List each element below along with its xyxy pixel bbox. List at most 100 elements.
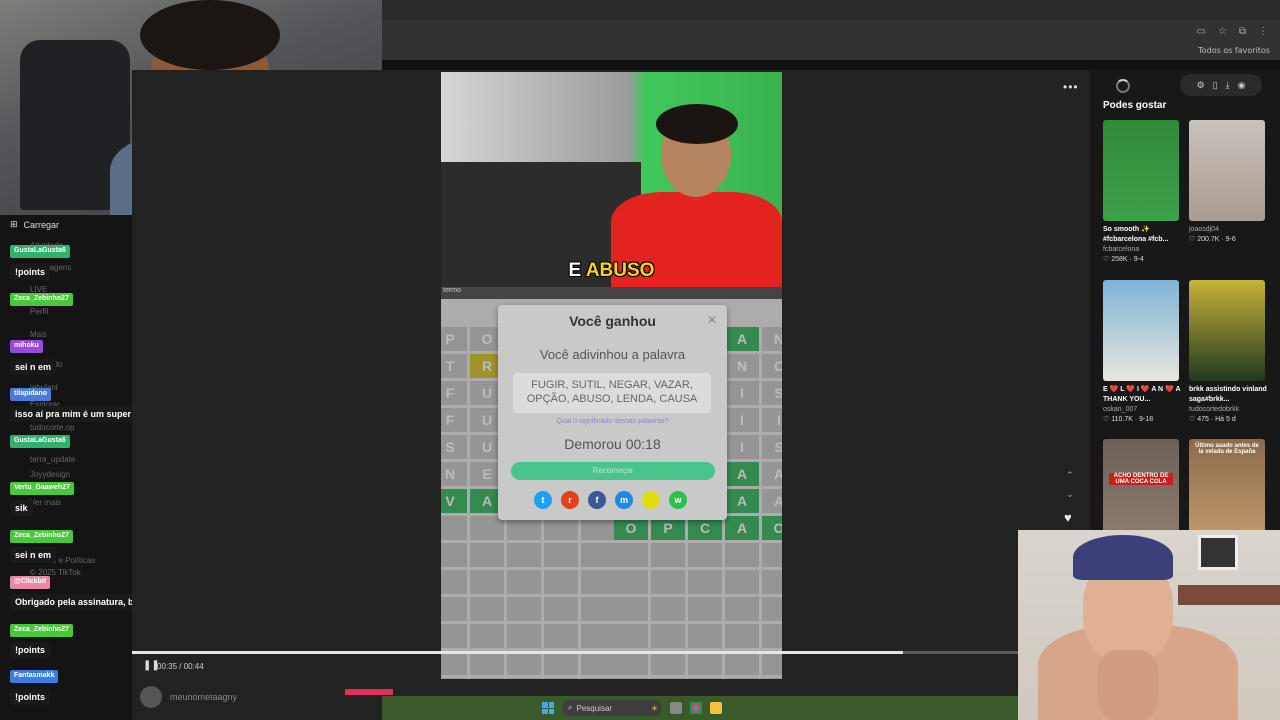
- weather-sun-icon: ☀: [650, 703, 658, 713]
- like-heart-icon[interactable]: ♥: [1064, 510, 1072, 525]
- loading-spinner-icon: [1116, 79, 1130, 93]
- chrome-icon[interactable]: [690, 702, 702, 714]
- recommendation-author[interactable]: oskan_007: [1103, 405, 1183, 415]
- page-header-strip: [382, 60, 1280, 70]
- dialog-title: Você ganhou: [569, 313, 656, 329]
- close-icon[interactable]: ✕: [707, 313, 717, 327]
- chat-message: sei n em: [10, 359, 57, 375]
- meaning-link[interactable]: Qual o significado dessas palavras?: [498, 418, 727, 425]
- recommendation-thumbnail[interactable]: [1103, 280, 1179, 381]
- wall-frame: [1198, 535, 1238, 570]
- video-progress-bar[interactable]: [132, 651, 1018, 654]
- recommendations-heading: Podes gostar: [1103, 100, 1167, 111]
- restart-button[interactable]: Recomeçar: [511, 462, 715, 480]
- recommendation-likes: ♡ 258K · 9-4: [1103, 256, 1144, 263]
- reddit-icon[interactable]: r: [561, 491, 579, 509]
- chat-message: !points: [10, 689, 50, 705]
- messenger-icon[interactable]: m: [615, 491, 633, 509]
- win-dialog: Você ganhou ✕ Você adivinhou a palavra F…: [498, 305, 727, 520]
- chat-username[interactable]: Vertu_Gaaweh27: [10, 482, 75, 495]
- download-icon[interactable]: ⤓: [1226, 80, 1230, 91]
- game-strip-label: termo: [441, 287, 782, 299]
- solution-words: FUGIR, SUTIL, NEGAR, VAZAR, OPÇÃO, ABUSO…: [513, 373, 711, 413]
- recommendation-title[interactable]: So smooth ✨ #fcbarcelona #fcb...: [1103, 225, 1183, 245]
- bookmark-star-icon[interactable]: ☆: [1218, 26, 1227, 37]
- video-top-frame: E ABUSO: [441, 72, 782, 287]
- sidebar-item[interactable]: Joyydesign: [30, 470, 70, 479]
- cast-icon[interactable]: ▭: [1196, 26, 1205, 37]
- caption-prefix: E: [568, 260, 582, 281]
- video-author[interactable]: meunometaagny: [140, 686, 394, 708]
- author-name: meunometaagny: [170, 692, 238, 702]
- taskbar-search-placeholder: Pesquisar: [576, 703, 613, 713]
- device-icon[interactable]: ▯: [1213, 80, 1218, 91]
- chat-username[interactable]: Fantasmakk: [10, 670, 59, 683]
- recommendation-likes: ♡ 200.7K · 9-6: [1189, 236, 1236, 243]
- chevron-down-icon[interactable]: ⌄: [1066, 489, 1074, 500]
- screen: ▭ ☆ ⧉ ⋮ Todos os favoritos ⊞ Carregar At…: [0, 0, 1280, 720]
- video-progress-fill: [132, 651, 903, 654]
- chat-username[interactable]: @Clickbit: [10, 576, 51, 589]
- chat-username[interactable]: Zeca_Zebinho27: [10, 624, 73, 637]
- copy-icon[interactable]: [642, 491, 660, 509]
- avatar: [140, 686, 162, 708]
- chat-username[interactable]: GustaLaGusta6: [10, 245, 70, 258]
- recommendation-thumbnail[interactable]: [1189, 120, 1265, 221]
- recommendation-thumbnail[interactable]: [1103, 120, 1179, 221]
- taskbar: ⌕ Pesquisar ☀: [382, 696, 1018, 720]
- share-buttons: trfm w: [534, 491, 687, 509]
- more-options-icon[interactable]: •••: [1063, 80, 1079, 94]
- profile-icon[interactable]: ◉: [1238, 80, 1246, 91]
- twitter-icon[interactable]: t: [534, 491, 552, 509]
- extensions-icon[interactable]: ⧉: [1239, 26, 1246, 37]
- recommendation-thumbnail[interactable]: [1189, 280, 1265, 381]
- chevron-up-icon[interactable]: ⌃: [1066, 470, 1074, 481]
- menu-icon[interactable]: ⋮: [1258, 26, 1268, 37]
- chat-username[interactable]: mihoku: [10, 340, 43, 353]
- upload-button[interactable]: ⊞ Carregar: [10, 219, 59, 230]
- search-icon: ⌕: [568, 703, 573, 712]
- chat-message: !points: [10, 642, 50, 658]
- taskbar-search[interactable]: ⌕ Pesquisar ☀: [562, 700, 662, 716]
- recommendation-likes: ♡ 110.7K · 9-18: [1103, 416, 1154, 423]
- video-caption: E ABUSO: [441, 260, 782, 282]
- elapsed-time: Demorou 00:18: [564, 436, 661, 452]
- sidebar-item[interactable]: tudocorte.op: [30, 423, 74, 432]
- whatsapp-icon[interactable]: w: [669, 491, 687, 509]
- feed-navigation: ⌃ ⌄: [1066, 470, 1074, 500]
- recommendation-meta: joaosdj04 ♡ 200.7K · 9-6: [1189, 225, 1269, 245]
- recommendation-title[interactable]: brkk assistindo vinland saga#brkk...: [1189, 385, 1269, 405]
- sidebar-item[interactable]: terra_update: [30, 455, 75, 464]
- recommendation-thumbnail[interactable]: ACHO DENTRO DE UMA COCA COLA: [1103, 439, 1179, 540]
- thumbnail-caption: ACHO DENTRO DE UMA COCA COLA: [1109, 473, 1173, 485]
- windows-start-icon[interactable]: [542, 702, 554, 714]
- recommendation-author[interactable]: tudocortedobrkk: [1189, 405, 1269, 415]
- thumbnail-caption: Último asado antes de la velada de Españ…: [1195, 443, 1259, 455]
- caption-highlight: ABUSO: [585, 260, 655, 281]
- chat-username[interactable]: tilapidano: [10, 388, 52, 401]
- sidebar-item[interactable]: Mais: [30, 330, 47, 339]
- chat-username[interactable]: Zeca_Zebinho27: [10, 530, 73, 543]
- settings-icon[interactable]: ⚙: [1197, 80, 1205, 91]
- follow-badge[interactable]: [345, 689, 394, 695]
- recommendation-title[interactable]: E ❤️ L ❤️ I ❤️ A N ❤️ A THANK YOU...: [1103, 385, 1183, 405]
- chat-username[interactable]: GustaLaGusta6: [10, 435, 70, 448]
- recommendation-meta: brkk assistindo vinland saga#brkk... tudo…: [1189, 385, 1269, 425]
- file-explorer-icon[interactable]: [710, 702, 722, 714]
- cap: [1073, 535, 1173, 580]
- recommendation-author[interactable]: joaosdj04: [1189, 225, 1269, 235]
- chat-message: sik: [10, 500, 33, 516]
- sidebar-item[interactable]: Perfil: [30, 307, 48, 316]
- favorites-bar-link[interactable]: Todos os favoritos: [1198, 46, 1270, 55]
- recommendation-author[interactable]: fcbarcelona: [1103, 245, 1183, 255]
- sidebar-item[interactable]: Ver mais: [30, 498, 61, 507]
- chat-username[interactable]: Zeca_Zebinho27: [10, 293, 73, 306]
- figure-shelf: [1178, 585, 1280, 605]
- task-view-icon[interactable]: [670, 702, 682, 714]
- browser-toolbar: ▭ ☆ ⧉ ⋮ Todos os favoritos: [382, 20, 1280, 60]
- facebook-icon[interactable]: f: [588, 491, 606, 509]
- recommendation-thumbnail[interactable]: Último asado antes de la velada de Españ…: [1189, 439, 1265, 540]
- recommendation-likes: ♡ 475 · Há 5 d: [1189, 416, 1236, 423]
- recommendation-meta: So smooth ✨ #fcbarcelona #fcb... fcbarcel…: [1103, 225, 1183, 265]
- dialog-subtitle: Você adivinhou a palavra: [539, 347, 686, 362]
